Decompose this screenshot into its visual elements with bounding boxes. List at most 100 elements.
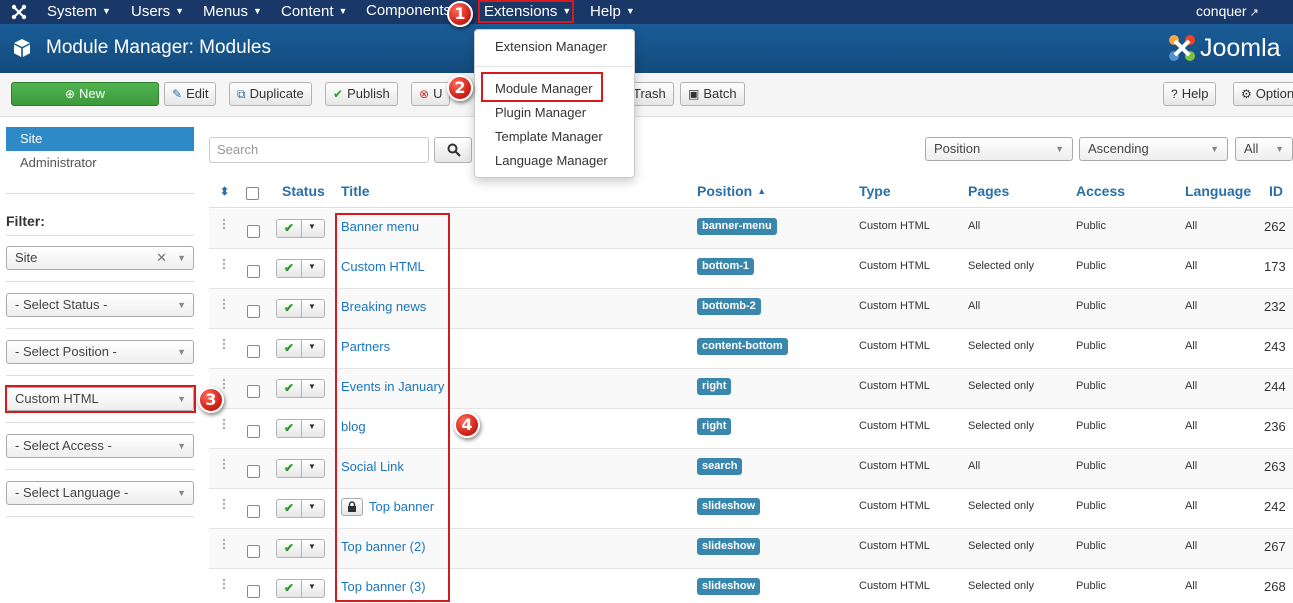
- edit-button[interactable]: ✎ Edit: [164, 82, 217, 106]
- list-limit-select[interactable]: All ▼: [1235, 137, 1293, 161]
- published-check-icon: ✔: [284, 301, 295, 315]
- col-language[interactable]: Language: [1185, 183, 1251, 199]
- col-status[interactable]: Status: [282, 183, 325, 199]
- options-button[interactable]: ⚙ Option: [1233, 82, 1293, 106]
- col-pages[interactable]: Pages: [968, 183, 1009, 199]
- status-toggle[interactable]: ✔ ▼: [276, 339, 325, 358]
- divider: [301, 380, 302, 397]
- caret-down-icon[interactable]: ▼: [308, 582, 316, 591]
- row-checkbox[interactable]: [247, 265, 260, 278]
- search-button[interactable]: [434, 137, 472, 163]
- module-language: All: [1185, 420, 1198, 432]
- col-type[interactable]: Type: [859, 183, 891, 199]
- filter-position-select[interactable]: - Select Position - ▼: [6, 340, 194, 364]
- menu-item-language-manager[interactable]: Language Manager: [495, 153, 608, 168]
- status-toggle[interactable]: ✔ ▼: [276, 379, 325, 398]
- duplicate-button[interactable]: ⧉ Duplicate: [229, 82, 312, 106]
- caret-down-icon: ▼: [102, 6, 111, 16]
- drag-handle-icon[interactable]: [222, 298, 226, 310]
- row-checkbox[interactable]: [247, 425, 260, 438]
- drag-handle-icon[interactable]: [222, 338, 226, 350]
- caret-down-icon[interactable]: ▼: [308, 262, 316, 271]
- menu-item-extension-manager[interactable]: Extension Manager: [495, 39, 607, 54]
- nav-menus[interactable]: Menus ▼: [203, 0, 262, 24]
- status-toggle[interactable]: ✔ ▼: [276, 539, 325, 558]
- nav-user[interactable]: conquer ↗: [1196, 0, 1259, 24]
- position-badge: slideshow: [697, 538, 761, 555]
- row-checkbox[interactable]: [247, 505, 260, 518]
- status-toggle[interactable]: ✔ ▼: [276, 259, 325, 278]
- drag-handle-icon[interactable]: [222, 218, 226, 230]
- drag-handle-icon[interactable]: [222, 418, 226, 430]
- module-language: All: [1185, 580, 1198, 592]
- row-checkbox[interactable]: [247, 385, 260, 398]
- sort-field-select[interactable]: Position ▼: [925, 137, 1073, 161]
- module-type: Custom HTML: [859, 580, 930, 592]
- row-checkbox[interactable]: [247, 545, 260, 558]
- caret-down-icon[interactable]: ▼: [308, 222, 316, 231]
- published-check-icon: ✔: [284, 221, 295, 235]
- caret-down-icon[interactable]: ▼: [308, 542, 316, 551]
- clear-icon[interactable]: ✕: [156, 247, 167, 269]
- sort-direction-select[interactable]: Ascending ▼: [1079, 137, 1228, 161]
- status-toggle[interactable]: ✔ ▼: [276, 579, 325, 598]
- nav-content[interactable]: Content ▼: [281, 0, 347, 24]
- drag-handle-icon[interactable]: [222, 538, 226, 550]
- drag-handle-icon[interactable]: [222, 378, 226, 390]
- caret-down-icon[interactable]: ▼: [308, 382, 316, 391]
- drag-handle-icon[interactable]: [222, 578, 226, 590]
- ordering-sort-icon[interactable]: ⬍: [220, 185, 229, 198]
- filter-client-select[interactable]: Site ✕ ▼: [6, 246, 194, 270]
- filter-access-select[interactable]: - Select Access - ▼: [6, 434, 194, 458]
- menu-item-plugin-manager[interactable]: Plugin Manager: [495, 105, 586, 120]
- search-input[interactable]: Search: [209, 137, 429, 163]
- select-all-checkbox[interactable]: [246, 187, 259, 200]
- search-icon: [447, 143, 461, 157]
- status-toggle[interactable]: ✔ ▼: [276, 419, 325, 438]
- unpublish-button[interactable]: ⊗ U: [411, 82, 451, 106]
- sidebar-item-administrator[interactable]: Administrator: [20, 155, 97, 170]
- position-badge: right: [697, 378, 732, 395]
- module-pages: All: [968, 220, 981, 232]
- caret-down-icon[interactable]: ▼: [308, 422, 316, 431]
- filter-language-select[interactable]: - Select Language - ▼: [6, 481, 194, 505]
- status-toggle[interactable]: ✔ ▼: [276, 459, 325, 478]
- cube-icon: [14, 39, 30, 57]
- menu-item-template-manager[interactable]: Template Manager: [495, 129, 603, 144]
- row-checkbox[interactable]: [247, 585, 260, 598]
- col-position[interactable]: Position ▲: [697, 183, 766, 199]
- status-toggle[interactable]: ✔ ▼: [276, 499, 325, 518]
- nav-components[interactable]: Components: [366, 0, 451, 24]
- nav-users[interactable]: Users ▼: [131, 0, 184, 24]
- row-checkbox[interactable]: [247, 305, 260, 318]
- filter-status-select[interactable]: - Select Status - ▼: [6, 293, 194, 317]
- chevron-down-icon: ▼: [1210, 144, 1219, 154]
- drag-handle-icon[interactable]: [222, 258, 226, 270]
- batch-button[interactable]: ▣ Batch: [680, 82, 745, 106]
- nav-help[interactable]: Help ▼: [590, 0, 635, 24]
- nav-system[interactable]: System ▼: [47, 0, 111, 24]
- sidebar-item-site[interactable]: Site: [6, 127, 194, 151]
- joomla-logo-icon[interactable]: [10, 3, 28, 21]
- col-title[interactable]: Title: [341, 183, 370, 199]
- caret-down-icon[interactable]: ▼: [308, 302, 316, 311]
- col-id[interactable]: ID: [1269, 183, 1283, 199]
- status-toggle[interactable]: ✔ ▼: [276, 219, 325, 238]
- module-id: 232: [1264, 299, 1286, 314]
- new-button[interactable]: ⊕ New: [11, 82, 159, 106]
- status-toggle[interactable]: ✔ ▼: [276, 299, 325, 318]
- chevron-down-icon: ▼: [1275, 144, 1284, 154]
- row-checkbox[interactable]: [247, 225, 260, 238]
- drag-handle-icon[interactable]: [222, 458, 226, 470]
- row-checkbox[interactable]: [247, 345, 260, 358]
- caret-down-icon[interactable]: ▼: [308, 342, 316, 351]
- divider: [301, 540, 302, 557]
- caret-down-icon[interactable]: ▼: [308, 502, 316, 511]
- page-title: Module Manager: Modules: [46, 37, 271, 58]
- drag-handle-icon[interactable]: [222, 498, 226, 510]
- caret-down-icon[interactable]: ▼: [308, 462, 316, 471]
- row-checkbox[interactable]: [247, 465, 260, 478]
- help-button[interactable]: ? Help: [1163, 82, 1217, 106]
- publish-button[interactable]: ✔ Publish: [325, 82, 398, 106]
- col-access[interactable]: Access: [1076, 183, 1125, 199]
